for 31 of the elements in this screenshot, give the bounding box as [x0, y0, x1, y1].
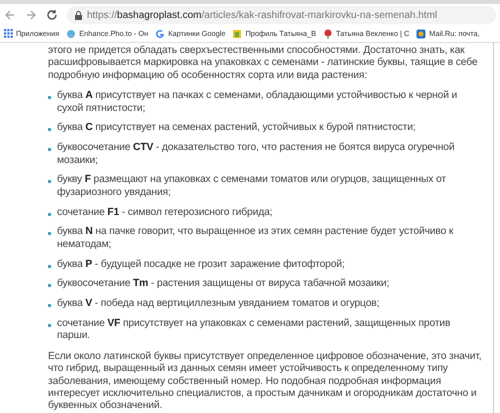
bullet-icon — [48, 304, 51, 308]
bullet-icon — [48, 180, 51, 184]
reload-icon[interactable] — [46, 9, 58, 21]
google-icon — [155, 28, 166, 38]
bullet-icon — [48, 148, 51, 152]
list-item-text: буква P - будущей посадке не грозит заражение фитофторой; — [57, 258, 345, 272]
apps-grid-icon — [4, 29, 13, 38]
url-text: https://bashagroplast.com/articles/kak-rashifrovat-markirovku-na-semenah.html — [87, 10, 438, 20]
address-bar[interactable]: https://bashagroplast.com/articles/kak-rashifrovat-markirovku-na-semenah.html — [67, 6, 496, 24]
paragraph: Если около латинской буквы присутствует определенное цифровое обозначение, это значит, что гибрид, выращенный из данных семян имеет устойчивость к определенному типу заболевания, имеющему собственный номер. Но подобная подробная информация интересует исключительно специалистов, а простым дачникам и огородникам достаточно и буквенных обозначений. — [48, 350, 482, 413]
flower-icon — [323, 28, 334, 38]
bullet-icon — [48, 212, 51, 216]
list-item-text: букву F размещают на упаковках с семенами томатов или огурцов, защищенных от фузариозного увядания; — [57, 174, 447, 200]
paragraph: этого не придется обладать сверхъестественными способностями. Достаточно знать, как расшифровывается маркировка на упаковках с семенами - латинские буквы, таящие в себе подробную информацию об особенностях сорта или вида растения: — [48, 45, 478, 82]
list-item-text: сочетание VF присутствует на упаковках с семенами растений, защищенных против парши. — [57, 318, 452, 343]
bullet-icon — [48, 264, 51, 268]
back-icon[interactable] — [4, 9, 16, 21]
list-item-text: буквосочетание Tm - растения защищены от вируса табачной мозаики; — [57, 278, 390, 291]
bullet-icon — [48, 96, 51, 100]
bullet-icon — [48, 324, 51, 328]
bullet-icon — [48, 128, 51, 132]
bullet-icon — [48, 284, 51, 288]
list-item-text: буква C присутствует на семенах растений, устойчивых к бурой пятнистости; — [57, 122, 416, 135]
list-item-text: буква V - победа над вертициллезным увяданием томатов и огурцов; — [57, 298, 380, 311]
forward-icon[interactable] — [25, 9, 37, 21]
list-item-text: сочетание F1 - символ гетерозисного гибрида; — [57, 206, 272, 220]
lock-icon — [75, 10, 82, 20]
list-item-text: буквосочетание CTV - доказательство того, что растения не боятся вируса огуречной мозаики; — [57, 142, 456, 168]
bullet-icon — [48, 232, 51, 236]
list-item-text: буква A присутствует на пачках с семенами, обладающими устойчивостью к черной и сухой пятнистости; — [57, 90, 458, 116]
list-item-text: буква N на пачке говорит, что выращенное из этих семян растение будет устойчиво к нематодам; — [57, 226, 454, 252]
